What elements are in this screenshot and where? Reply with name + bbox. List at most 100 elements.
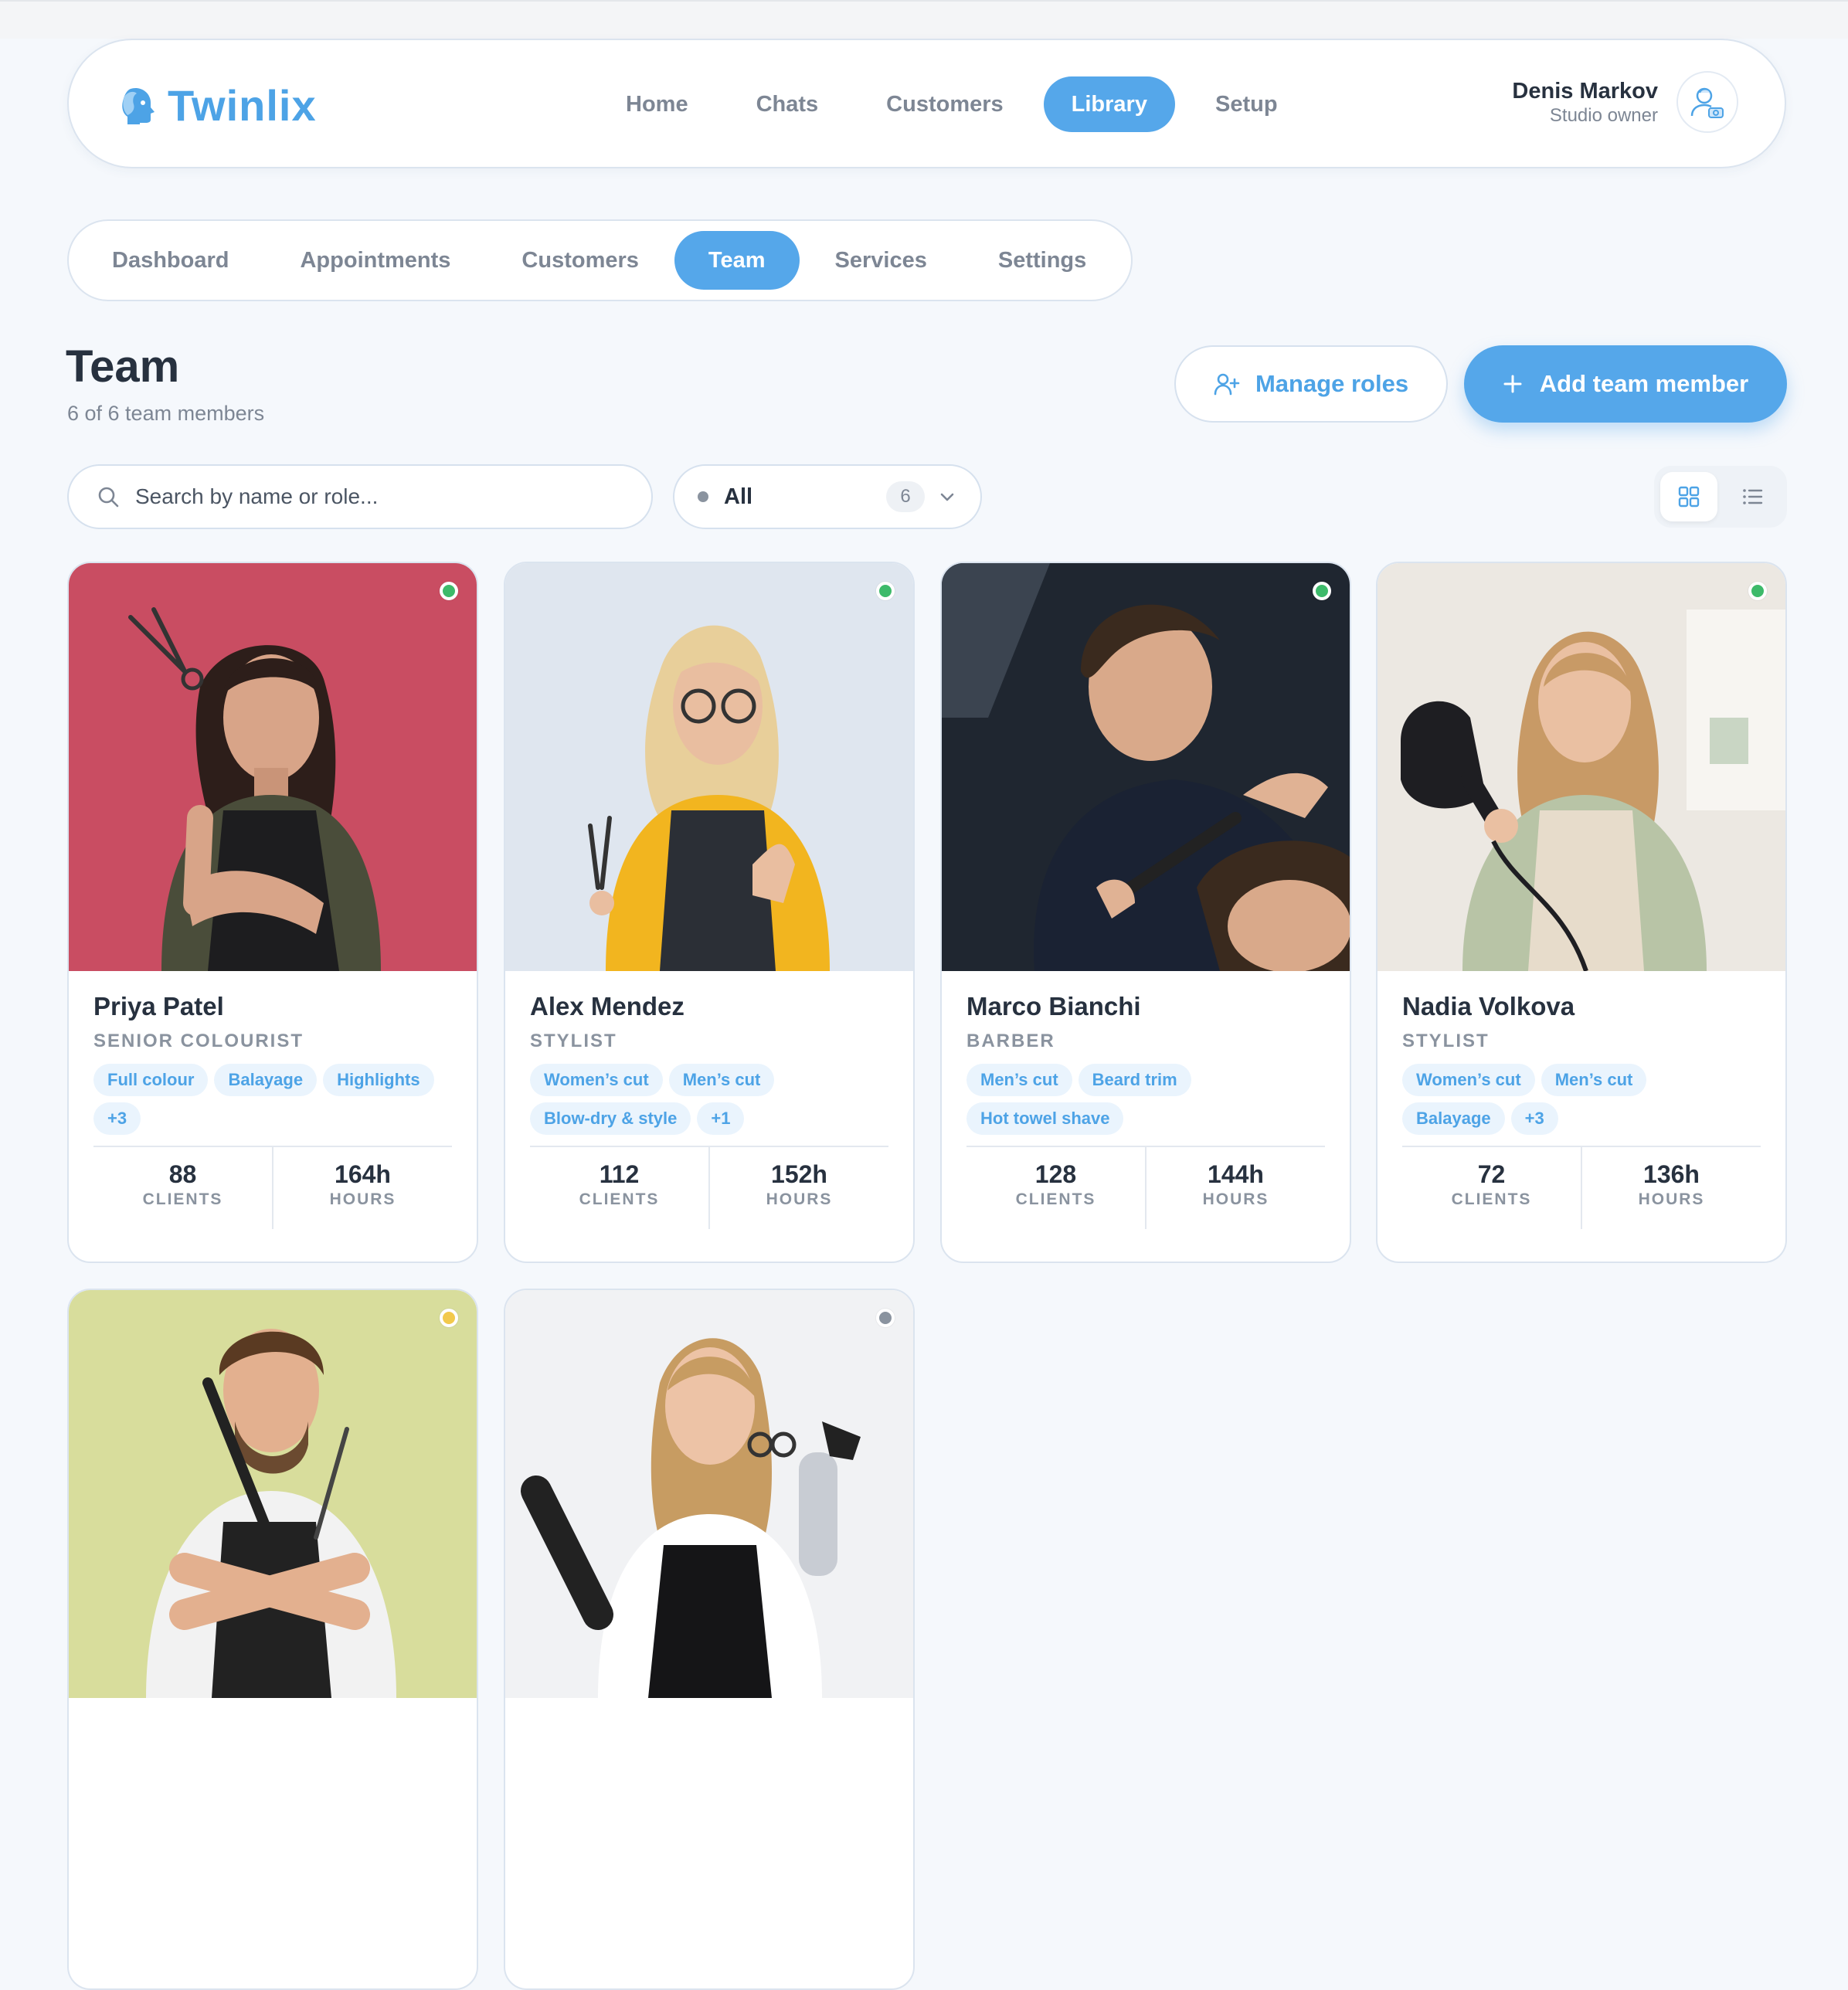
- add-team-member-label: Add team member: [1539, 370, 1749, 397]
- skill-tag: Hot towel shave: [966, 1102, 1124, 1135]
- clients-stat: 112 CLIENTS: [530, 1147, 708, 1229]
- user-avatar-icon[interactable]: [1676, 71, 1738, 133]
- hours-value: 136h: [1643, 1160, 1700, 1188]
- status-online-indicator: [1748, 582, 1767, 600]
- member-photo: [1378, 563, 1785, 971]
- grid-icon: [1678, 486, 1700, 508]
- skill-tag: Full colour: [93, 1064, 209, 1096]
- subnav-services[interactable]: Services: [800, 231, 963, 290]
- status-offline-indicator: [876, 1309, 895, 1327]
- search-icon: [98, 487, 119, 508]
- team-member-card[interactable]: Priya Patel SENIOR COLOURIST Full colour…: [67, 562, 478, 1263]
- nav-library[interactable]: Library: [1043, 76, 1175, 132]
- user-role: Studio owner: [1549, 105, 1658, 126]
- skill-tag: Beard trim: [1078, 1064, 1191, 1096]
- member-stats: 88 CLIENTS 164h HOURS: [93, 1146, 452, 1229]
- subnav-dashboard[interactable]: Dashboard: [76, 231, 264, 290]
- clients-stat: 72 CLIENTS: [1402, 1147, 1581, 1229]
- nav-chats[interactable]: Chats: [722, 76, 853, 132]
- add-team-member-button[interactable]: Add team member: [1464, 345, 1787, 423]
- hours-stat: 136h HOURS: [1581, 1147, 1761, 1229]
- skill-tags: Men’s cut Beard trim Hot towel shave: [966, 1064, 1325, 1144]
- view-toggle: [1654, 466, 1787, 528]
- subnav-settings[interactable]: Settings: [963, 231, 1122, 290]
- status-online-indicator: [876, 582, 895, 600]
- subnav-customers[interactable]: Customers: [486, 231, 674, 290]
- filter-dot: [698, 491, 708, 502]
- grid-view-button[interactable]: [1660, 472, 1717, 521]
- main-nav: Home Chats Customers Library Setup: [592, 76, 1312, 133]
- status-filter-dropdown[interactable]: All 6: [673, 464, 982, 529]
- user-info: Denis Markov Studio owner: [1512, 77, 1658, 127]
- sub-navigation: Dashboard Appointments Customers Team Se…: [67, 219, 1133, 301]
- filter-count-badge: 6: [886, 481, 925, 512]
- clients-value: 72: [1477, 1160, 1506, 1188]
- more-skills-tag[interactable]: +1: [697, 1102, 745, 1135]
- manage-roles-button[interactable]: Manage roles: [1174, 345, 1448, 423]
- member-photo: [69, 563, 477, 971]
- browser-top-strip: [0, 0, 1848, 39]
- clients-value: 128: [1034, 1160, 1077, 1188]
- clients-label: CLIENTS: [1451, 1190, 1532, 1208]
- member-photo: [505, 1290, 913, 1698]
- search-input[interactable]: [134, 484, 600, 510]
- hours-stat: 144h HOURS: [1145, 1147, 1325, 1229]
- member-name: Alex Mendez: [530, 992, 685, 1020]
- list-view-button[interactable]: [1724, 472, 1781, 521]
- hours-value: 144h: [1208, 1160, 1264, 1188]
- member-stats: 112 CLIENTS 152h HOURS: [530, 1146, 888, 1229]
- subnav-team[interactable]: Team: [674, 231, 800, 290]
- team-member-card[interactable]: Marco Bianchi BARBER Men’s cut Beard tri…: [940, 562, 1351, 1263]
- skill-tag: Women’s cut: [530, 1064, 663, 1096]
- person-camera-icon: [1690, 87, 1724, 118]
- member-role: STYLIST: [530, 1031, 617, 1051]
- search-field[interactable]: [67, 464, 653, 529]
- manage-roles-label: Manage roles: [1255, 370, 1409, 397]
- filter-label: All: [724, 484, 753, 509]
- more-skills-tag[interactable]: +3: [1510, 1102, 1558, 1135]
- user-plus-icon: [1214, 373, 1240, 396]
- team-member-card[interactable]: Alex Mendez STYLIST Women’s cut Men’s cu…: [504, 562, 915, 1263]
- skill-tag: Men’s cut: [1541, 1064, 1647, 1096]
- member-stats: 72 CLIENTS 136h HOURS: [1402, 1146, 1761, 1229]
- hours-stat: 152h HOURS: [708, 1147, 888, 1229]
- member-portrait-image: [69, 563, 477, 971]
- subnav-appointments[interactable]: Appointments: [264, 231, 486, 290]
- team-member-card[interactable]: [67, 1289, 478, 1990]
- member-portrait-image: [1378, 563, 1785, 971]
- skill-tag: Balayage: [1402, 1102, 1505, 1135]
- user-menu[interactable]: Denis Markov Studio owner: [1512, 71, 1738, 133]
- hours-label: HOURS: [329, 1190, 396, 1208]
- skill-tag: Blow-dry & style: [530, 1102, 691, 1135]
- more-skills-tag[interactable]: +3: [93, 1102, 141, 1135]
- status-online-indicator: [440, 582, 458, 600]
- nav-home[interactable]: Home: [592, 76, 722, 132]
- member-name: Marco Bianchi: [966, 992, 1141, 1020]
- clients-value: 88: [168, 1160, 197, 1188]
- chevron-down-icon: [940, 493, 954, 501]
- team-member-card[interactable]: [504, 1289, 915, 1990]
- member-photo: [69, 1290, 477, 1698]
- clients-label: CLIENTS: [1015, 1190, 1096, 1208]
- brand-logo[interactable]: Twinlix: [120, 80, 317, 130]
- clients-value: 112: [599, 1160, 640, 1188]
- member-portrait-image: [505, 1290, 913, 1698]
- member-stats: 128 CLIENTS 144h HOURS: [966, 1146, 1325, 1229]
- hours-value: 164h: [335, 1160, 391, 1188]
- skill-tags: Full colour Balayage Highlights +3: [93, 1064, 452, 1144]
- top-navigation: Twinlix Home Chats Customers Library Set…: [67, 39, 1786, 168]
- clients-label: CLIENTS: [579, 1190, 660, 1208]
- plus-icon: [1503, 375, 1522, 393]
- team-member-card[interactable]: Nadia Volkova STYLIST Women’s cut Men’s …: [1376, 562, 1787, 1263]
- brand-name: Twinlix: [168, 80, 317, 130]
- status-online-indicator: [1313, 582, 1331, 600]
- member-role: BARBER: [966, 1031, 1055, 1051]
- member-portrait-image: [69, 1290, 477, 1698]
- hours-value: 152h: [771, 1160, 827, 1188]
- skill-tag: Men’s cut: [966, 1064, 1072, 1096]
- member-portrait-image: [505, 563, 913, 971]
- clients-label: CLIENTS: [142, 1190, 223, 1208]
- member-portrait-image: [942, 563, 1350, 971]
- nav-setup[interactable]: Setup: [1181, 76, 1312, 132]
- nav-customers[interactable]: Customers: [852, 76, 1038, 132]
